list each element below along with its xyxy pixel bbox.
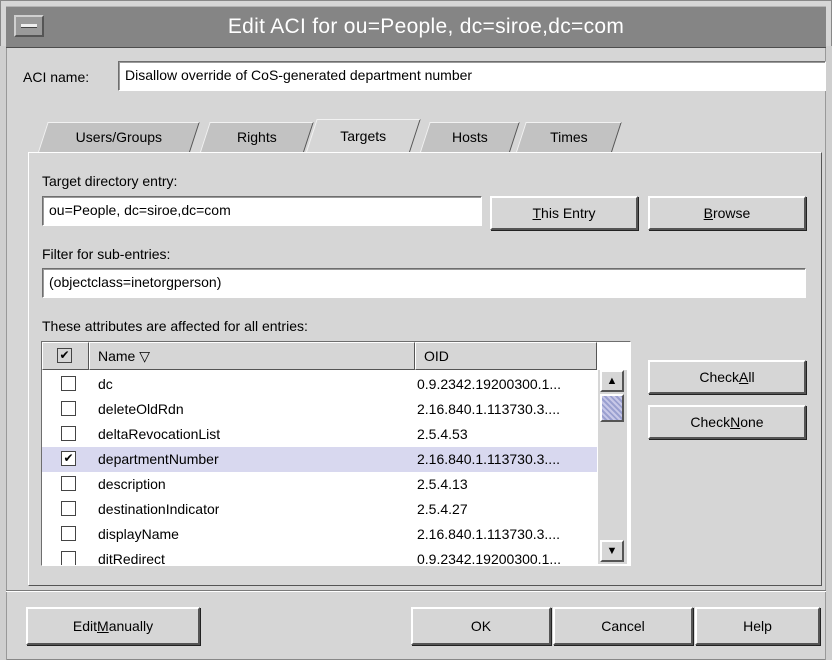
attribute-oid: 2.16.840.1.113730.3.... bbox=[417, 401, 560, 417]
attribute-oid: 2.16.840.1.113730.3.... bbox=[417, 451, 560, 467]
check-none-button[interactable]: Check None bbox=[648, 405, 806, 439]
window-left-edge[interactable] bbox=[0, 46, 7, 660]
cancel-button[interactable]: Cancel bbox=[553, 607, 693, 645]
row-checkbox[interactable] bbox=[61, 526, 76, 541]
tab-targets[interactable]: Targets bbox=[306, 119, 421, 152]
attribute-name: departmentNumber bbox=[98, 451, 219, 467]
button-text: Check bbox=[690, 414, 731, 430]
row-checkbox[interactable] bbox=[61, 401, 76, 416]
button-mnemonic: B bbox=[703, 205, 713, 221]
attribute-oid: 0.9.2342.19200300.1... bbox=[417, 376, 562, 392]
table-row[interactable]: destinationIndicator 2.5.4.27 bbox=[42, 497, 597, 522]
vertical-scrollbar[interactable]: ▲ ▼ bbox=[598, 370, 627, 564]
tab-times[interactable]: Times bbox=[516, 122, 622, 152]
table-row[interactable]: deleteOldRdn 2.16.840.1.113730.3.... bbox=[42, 397, 597, 422]
browse-button[interactable]: Browse bbox=[648, 196, 806, 230]
tab-label: Hosts bbox=[451, 129, 488, 145]
this-entry-button[interactable]: This Entry bbox=[490, 196, 638, 230]
attribute-name: deltaRevocationList bbox=[98, 426, 221, 442]
button-mnemonic: N bbox=[730, 414, 741, 430]
attribute-name: description bbox=[98, 476, 166, 492]
button-text: rowse bbox=[712, 205, 751, 221]
filter-label: Filter for sub-entries: bbox=[42, 246, 171, 262]
column-header-name[interactable]: Name ▽ bbox=[89, 342, 415, 370]
attribute-name: dc bbox=[98, 376, 113, 392]
separator-highlight bbox=[6, 591, 826, 592]
header-check-icon[interactable]: ✔ bbox=[57, 348, 72, 363]
table-row-selected[interactable]: ✔ departmentNumber 2.16.840.1.113730.3..… bbox=[42, 447, 597, 472]
aci-name-input[interactable]: Disallow override of CoS-generated depar… bbox=[118, 61, 826, 91]
edit-manually-button[interactable]: Edit Manually bbox=[26, 607, 200, 645]
title-bar[interactable]: Edit ACI for ou=People, dc=siroe,dc=com bbox=[6, 6, 826, 48]
check-all-button[interactable]: Check All bbox=[648, 360, 806, 394]
header-checkbox-column[interactable]: ✔ bbox=[42, 342, 89, 370]
table-row[interactable]: displayName 2.16.840.1.113730.3.... bbox=[42, 522, 597, 547]
button-text: Edit bbox=[72, 618, 98, 634]
filter-input[interactable]: (objectclass=inetorgperson) bbox=[42, 268, 806, 298]
button-text: his Entry bbox=[541, 205, 596, 221]
table-row[interactable]: description 2.5.4.13 bbox=[42, 472, 597, 497]
ok-button[interactable]: OK bbox=[411, 607, 551, 645]
button-text: Check bbox=[699, 369, 740, 385]
attributes-table: ✔ Name ▽ OID dc 0.9.2342.19200300.1... d… bbox=[41, 341, 631, 566]
attribute-oid: 2.5.4.27 bbox=[417, 501, 468, 517]
table-row[interactable]: ditRedirect 0.9.2342.19200300.1... bbox=[42, 547, 597, 566]
attributes-label: These attributes are affected for all en… bbox=[42, 318, 308, 334]
row-checkbox[interactable] bbox=[61, 551, 76, 565]
row-checkbox[interactable] bbox=[61, 501, 76, 516]
tab-label: Users/Groups bbox=[75, 129, 163, 145]
tab-rights[interactable]: Rights bbox=[200, 122, 314, 152]
attribute-name: deleteOldRdn bbox=[98, 401, 184, 417]
attribute-oid: 2.5.4.53 bbox=[417, 426, 468, 442]
button-mnemonic: A bbox=[739, 369, 749, 385]
scroll-down-icon[interactable]: ▼ bbox=[600, 540, 624, 562]
tab-label: Rights bbox=[237, 129, 277, 145]
column-header-oid[interactable]: OID bbox=[415, 342, 597, 370]
help-button[interactable]: Help bbox=[695, 607, 820, 645]
attribute-oid: 2.16.840.1.113730.3.... bbox=[417, 526, 560, 542]
row-checkbox[interactable] bbox=[61, 476, 76, 491]
attribute-name: displayName bbox=[98, 526, 179, 542]
attribute-name: destinationIndicator bbox=[98, 501, 220, 517]
window-title: Edit ACI for ou=People, dc=siroe,dc=com bbox=[227, 15, 625, 38]
target-entry-input[interactable]: ou=People, dc=siroe,dc=com bbox=[42, 196, 482, 226]
tab-hosts[interactable]: Hosts bbox=[420, 122, 520, 152]
edit-aci-window: Edit ACI for ou=People, dc=siroe,dc=com … bbox=[0, 0, 832, 660]
table-header: ✔ Name ▽ OID bbox=[42, 342, 597, 370]
system-menu-icon[interactable] bbox=[14, 15, 44, 37]
attribute-name: ditRedirect bbox=[98, 551, 165, 566]
target-entry-label: Target directory entry: bbox=[42, 173, 178, 189]
aci-name-label: ACI name: bbox=[23, 69, 90, 85]
table-row[interactable]: dc 0.9.2342.19200300.1... bbox=[42, 372, 597, 397]
scroll-thumb[interactable] bbox=[600, 394, 624, 422]
button-text: one bbox=[740, 414, 764, 430]
tab-users-groups[interactable]: Users/Groups bbox=[38, 122, 200, 152]
tab-label: Times bbox=[550, 129, 588, 145]
row-checkbox[interactable] bbox=[61, 426, 76, 441]
attribute-oid: 2.5.4.13 bbox=[417, 476, 468, 492]
scroll-up-icon[interactable]: ▲ bbox=[600, 370, 624, 392]
attribute-oid: 0.9.2342.19200300.1... bbox=[417, 551, 562, 566]
window-right-edge[interactable] bbox=[825, 46, 832, 660]
row-checkbox[interactable]: ✔ bbox=[61, 451, 76, 466]
button-text: ll bbox=[748, 369, 755, 385]
table-row[interactable]: deltaRevocationList 2.5.4.53 bbox=[42, 422, 597, 447]
button-mnemonic: T bbox=[532, 205, 542, 221]
button-mnemonic: M bbox=[97, 618, 109, 634]
row-checkbox[interactable] bbox=[61, 376, 76, 391]
tab-label: Targets bbox=[340, 128, 387, 144]
button-text: anually bbox=[108, 618, 154, 634]
